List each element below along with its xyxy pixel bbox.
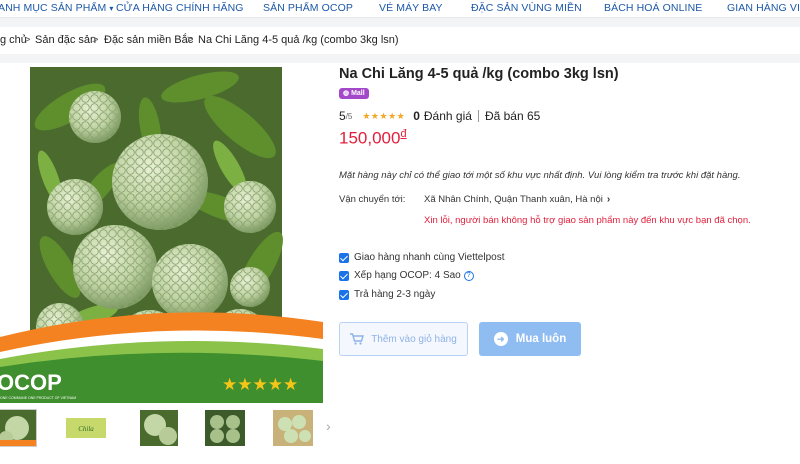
buy-now-label: Mua luôn bbox=[515, 333, 567, 345]
breadcrumb-home[interactable]: g chủ bbox=[0, 34, 27, 46]
breadcrumb-northern[interactable]: Đặc sản miền Bắc bbox=[104, 34, 193, 46]
thumbnail-image bbox=[140, 410, 178, 446]
rating-row: 5 /5 ★★★★★ 0 Đánh giá Đã bán 65 bbox=[339, 109, 540, 123]
shipping-error: Xin lỗi, người bán không hỗ trợ giao sản… bbox=[424, 215, 751, 226]
feature-label: Trả hàng 2-3 ngày bbox=[354, 289, 436, 300]
breadcrumb-separator: > bbox=[187, 34, 194, 46]
thumbnail-5[interactable] bbox=[273, 410, 313, 446]
shipping-address: Xã Nhân Chính, Quận Thanh xuân, Hà nội bbox=[424, 194, 603, 205]
rating-divider bbox=[477, 110, 479, 122]
breadcrumb-separator: > bbox=[92, 34, 99, 46]
review-count: 0 bbox=[413, 109, 420, 123]
review-label[interactable]: Đánh giá bbox=[424, 109, 472, 123]
nav-item-official-stores[interactable]: CỬA HÀNG CHÍNH HÃNG bbox=[116, 2, 244, 14]
nav-item-viet-stalls[interactable]: GIAN HÀNG VIỆT bbox=[727, 2, 800, 14]
chevron-right-icon: › bbox=[606, 194, 611, 205]
nav-item-ocop-products[interactable]: SẢN PHẨM OCOP bbox=[263, 2, 353, 14]
nav-item-flights[interactable]: VÉ MÁY BAY bbox=[379, 2, 443, 14]
cart-icon bbox=[350, 333, 365, 345]
shipping-notice: Mặt hàng này chỉ có thể giao tới một số … bbox=[339, 170, 741, 181]
feature-ocop-rank: Xếp hạng OCOP: 4 Sao ? bbox=[339, 270, 474, 281]
chevron-down-icon: ▾ bbox=[109, 4, 114, 13]
thumbnail-image bbox=[205, 410, 245, 446]
product-title: Na Chi Lăng 4-5 quả /kg (combo 3kg lsn) bbox=[339, 66, 619, 82]
breadcrumb-specialty[interactable]: Sản đặc sản bbox=[35, 34, 96, 46]
feature-returns: Trả hàng 2-3 ngày bbox=[339, 289, 435, 300]
feature-label: Xếp hạng OCOP: 4 Sao bbox=[354, 270, 461, 281]
nav-item-grocery[interactable]: BÁCH HOÁ ONLINE bbox=[604, 2, 702, 14]
gallery-next-arrow[interactable]: › bbox=[326, 418, 331, 434]
buy-now-button[interactable]: ➜ Mua luôn bbox=[479, 322, 581, 356]
mall-bag-icon: ◍ bbox=[343, 90, 352, 97]
thumbnail-image: Chila bbox=[66, 410, 106, 446]
shipping-label: Vận chuyển tới: bbox=[339, 194, 406, 205]
sold-count: Đã bán 65 bbox=[484, 109, 541, 123]
rating-value: 5 bbox=[339, 109, 346, 123]
thumbnail-image bbox=[273, 410, 313, 446]
svg-text:Chila: Chila bbox=[78, 425, 94, 433]
product-main-image[interactable]: OCOP ONE COMMUNE ONE PRODUCT OF VIETNAM … bbox=[0, 67, 323, 403]
thumbnail-image bbox=[0, 410, 36, 446]
breadcrumb: g chủ > Sản đặc sản > Đặc sản miền Bắc >… bbox=[0, 27, 800, 54]
price-currency: đ bbox=[400, 128, 407, 140]
mall-badge-label: Mall bbox=[351, 90, 365, 97]
checkbox-checked-icon bbox=[339, 270, 349, 281]
nav-item-categories[interactable]: ANH MỤC SẢN PHẨM ▾ bbox=[0, 2, 114, 14]
add-to-cart-button[interactable]: Thêm vào giỏ hàng bbox=[339, 322, 468, 356]
thumbnail-4[interactable] bbox=[205, 410, 245, 446]
ocop-logo-subtext: ONE COMMUNE ONE PRODUCT OF VIETNAM bbox=[0, 396, 76, 400]
thumbnail-2[interactable]: Chila bbox=[66, 410, 106, 446]
price-value: 150,000 bbox=[339, 128, 401, 148]
nav-item-regional-specialties[interactable]: ĐẶC SẢN VÙNG MIỀN bbox=[471, 2, 582, 14]
breadcrumb-current: Na Chi Lăng 4-5 quả /kg (combo 3kg lsn) bbox=[198, 34, 399, 46]
checkbox-checked-icon bbox=[339, 289, 349, 300]
help-icon[interactable]: ? bbox=[463, 270, 474, 281]
ocop-logo-text: OCOP bbox=[0, 370, 62, 395]
rating-max: /5 bbox=[345, 111, 353, 121]
rating-stars-icon: ★★★★★ bbox=[362, 110, 406, 121]
thumbnail-1[interactable] bbox=[0, 409, 37, 447]
mall-badge: ◍ Mall bbox=[339, 88, 369, 99]
thumbnail-3[interactable] bbox=[140, 410, 178, 446]
ocop-rating-stars: ★★★★★ bbox=[222, 375, 298, 395]
top-nav: ANH MỤC SẢN PHẨM ▾ CỬA HÀNG CHÍNH HÃNG S… bbox=[0, 0, 800, 18]
feature-label: Giao hàng nhanh cùng Viettelpost bbox=[354, 252, 505, 263]
shipping-address-selector[interactable]: Xã Nhân Chính, Quận Thanh xuân, Hà nội › bbox=[424, 194, 610, 205]
arrow-right-circle-icon: ➜ bbox=[493, 332, 508, 346]
checkbox-checked-icon bbox=[339, 252, 349, 263]
breadcrumb-separator: > bbox=[24, 34, 31, 46]
product-price: 150,000đ bbox=[339, 128, 407, 149]
custard-apple-photo: OCOP ONE COMMUNE ONE PRODUCT OF VIETNAM … bbox=[0, 67, 323, 403]
feature-fast-delivery: Giao hàng nhanh cùng Viettelpost bbox=[339, 252, 505, 263]
add-to-cart-label: Thêm vào giỏ hàng bbox=[371, 333, 457, 345]
